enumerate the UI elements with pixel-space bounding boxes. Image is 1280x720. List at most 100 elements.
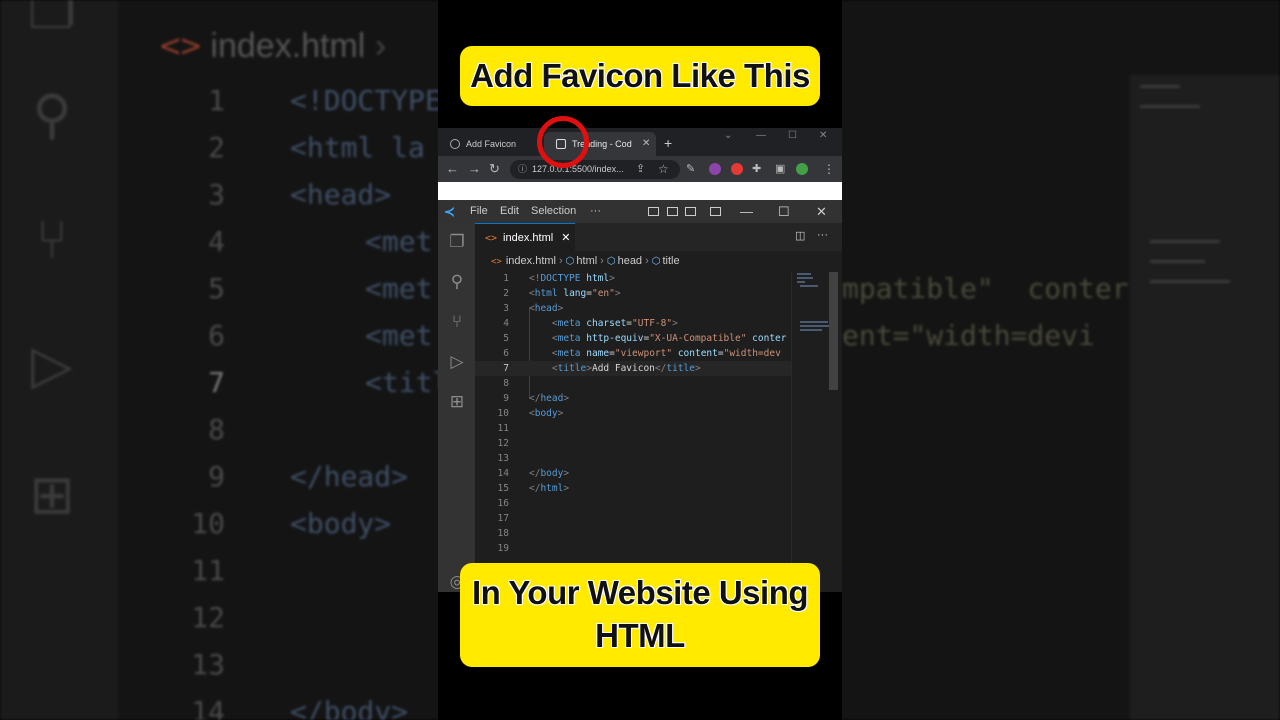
- code-line: 6 <meta name="viewport" content="width=d…: [503, 348, 781, 359]
- browser-tabstrip: Add Favicon Trending - Codel ✕ + ⌄ — ☐ ✕: [438, 128, 842, 156]
- search-icon[interactable]: ⚲: [446, 271, 468, 293]
- vertical-scrollbar[interactable]: [829, 272, 838, 390]
- profile-avatar[interactable]: [796, 163, 808, 175]
- code-line: 18: [497, 528, 509, 539]
- bg-code-line: <html la: [290, 131, 425, 164]
- close-icon[interactable]: ✕: [816, 200, 827, 223]
- bg-code-line: <body>: [290, 507, 392, 540]
- reload-icon[interactable]: ↻: [489, 160, 500, 178]
- bg-line-number: 14: [191, 695, 225, 720]
- bg-code-line: <met: [365, 225, 433, 258]
- menu-more[interactable]: ···: [590, 200, 601, 223]
- editor-tab-index-html[interactable]: <> index.html ✕: [475, 223, 575, 251]
- puzzle-extensions-icon[interactable]: ✚: [752, 160, 761, 178]
- close-window-icon[interactable]: ✕: [819, 130, 827, 141]
- code-line: 15 </html>: [497, 483, 570, 494]
- activity-bar: ❐ ⚲ ⑂ ▷ ⊞ ◎: [438, 223, 475, 592]
- symbol-icon: ⬡: [606, 256, 616, 267]
- bg-minimap: [1130, 75, 1280, 720]
- pen-extension-icon[interactable]: ✎: [686, 160, 695, 178]
- bg-line-number: 5: [208, 272, 225, 305]
- editor-tabbar: <> index.html ✕ ◫ ···: [475, 223, 842, 251]
- customize-layout-icon[interactable]: [710, 207, 721, 216]
- code-line: 3 <head>: [503, 303, 564, 314]
- new-tab-button[interactable]: +: [664, 132, 672, 154]
- forward-icon[interactable]: →: [468, 160, 481, 178]
- breadcrumb-item[interactable]: index.html: [506, 255, 556, 267]
- browser-window: Add Favicon Trending - Codel ✕ + ⌄ — ☐ ✕…: [438, 128, 842, 200]
- bg-line-number: 3: [208, 178, 225, 211]
- code-line: 16: [497, 498, 509, 509]
- html-file-icon: <>: [485, 233, 498, 244]
- breadcrumb-item[interactable]: title: [662, 255, 679, 267]
- bg-code-right: ent="width=devi: [842, 319, 1095, 352]
- back-icon[interactable]: ←: [446, 160, 459, 178]
- code-line: 13: [497, 453, 509, 464]
- code-line: 9 </head>: [503, 393, 570, 404]
- sidepanel-icon[interactable]: ▣: [775, 160, 785, 178]
- code-line: 2 <html lang="en">: [503, 288, 621, 299]
- bg-code-line: <met: [365, 319, 433, 352]
- caption-bottom: In Your Website Using HTML: [460, 563, 820, 667]
- bg-code-line: </head>: [290, 460, 409, 493]
- code-line: 10 <body>: [497, 408, 564, 419]
- code-line: 5 <meta http-equiv="X-UA-Compatible" con…: [503, 333, 787, 344]
- close-tab-icon[interactable]: ✕: [642, 133, 650, 155]
- bg-run-debug-icon: ▷: [31, 333, 73, 396]
- bg-code-line: <titl: [365, 366, 450, 399]
- bg-extensions-icon: ⊞: [29, 463, 75, 526]
- code-line: 4 <meta charset="UTF-8">: [503, 318, 678, 329]
- url-text: 127.0.0.1:5500/index...: [532, 164, 624, 174]
- code-line: 19: [497, 543, 509, 554]
- address-bar[interactable]: ⓘ 127.0.0.1:5500/index...: [510, 160, 680, 179]
- bg-code-line: </body>: [290, 695, 409, 720]
- code-editor[interactable]: 1 <!DOCTYPE html> 2 <html lang="en"> 3 <hea…: [475, 271, 791, 592]
- menu-edit[interactable]: Edit: [500, 200, 519, 223]
- color-extension-icon[interactable]: [709, 163, 721, 175]
- extensions-icon[interactable]: ⊞: [446, 391, 468, 413]
- code-line: 1 <!DOCTYPE html>: [503, 273, 615, 284]
- minimize-icon[interactable]: —: [756, 130, 766, 141]
- caption-bottom-line1: In Your Website Using: [471, 574, 809, 611]
- code-line: 11: [497, 423, 509, 434]
- maximize-icon[interactable]: ☐: [788, 130, 797, 141]
- bg-line-number: 4: [208, 225, 225, 258]
- maximize-icon[interactable]: ☐: [778, 200, 790, 223]
- background-activity-bar: ❐ ⚲ ⑂ ▷ ⊞: [0, 0, 118, 720]
- toggle-sidebar-icon[interactable]: [648, 207, 659, 216]
- record-extension-icon[interactable]: [731, 163, 743, 175]
- browser-tab-add-favicon[interactable]: Add Favicon: [438, 132, 542, 156]
- minimize-icon[interactable]: —: [740, 200, 753, 223]
- share-icon[interactable]: ⇪: [636, 160, 645, 178]
- breadcrumb: <> index.html › ⬡ html › ⬡ head › ⬡ title: [491, 255, 680, 267]
- kebab-menu-icon[interactable]: ⋮: [823, 160, 835, 178]
- annotation-red-circle: [537, 116, 589, 168]
- bookmark-star-icon[interactable]: ☆: [658, 160, 669, 178]
- bg-search-icon: ⚲: [32, 83, 72, 146]
- bg-line-number: 1: [208, 84, 225, 117]
- browser-page-content: [438, 182, 842, 200]
- chevron-down-icon[interactable]: ⌄: [724, 130, 732, 141]
- breadcrumb-item[interactable]: head: [618, 255, 642, 267]
- menu-selection[interactable]: Selection: [531, 200, 576, 223]
- bg-line-number: 2: [208, 131, 225, 164]
- close-tab-icon[interactable]: ✕: [561, 232, 570, 244]
- run-debug-icon[interactable]: ▷: [446, 351, 468, 373]
- code-line: 17: [497, 513, 509, 524]
- tab-label: Add Favicon: [466, 139, 517, 149]
- bg-code-line: <met: [365, 272, 433, 305]
- source-control-icon[interactable]: ⑂: [446, 311, 468, 333]
- caption-bottom-line2: HTML: [595, 617, 685, 654]
- bg-files-icon: ❐: [27, 0, 77, 41]
- bg-tab: <> index.html ›: [160, 26, 387, 66]
- explorer-icon[interactable]: ❐: [446, 231, 468, 253]
- bg-code-right: mpatible" conter: [842, 272, 1129, 305]
- bg-line-number: 6: [208, 319, 225, 352]
- toggle-secondary-sidebar-icon[interactable]: [685, 207, 696, 216]
- breadcrumb-item[interactable]: html: [576, 255, 597, 267]
- split-editor-icon[interactable]: ◫: [795, 229, 805, 242]
- more-actions-icon[interactable]: ···: [817, 229, 828, 241]
- toggle-panel-icon[interactable]: [667, 207, 678, 216]
- code-line: 14 </body>: [497, 468, 570, 479]
- menu-file[interactable]: File: [470, 200, 488, 223]
